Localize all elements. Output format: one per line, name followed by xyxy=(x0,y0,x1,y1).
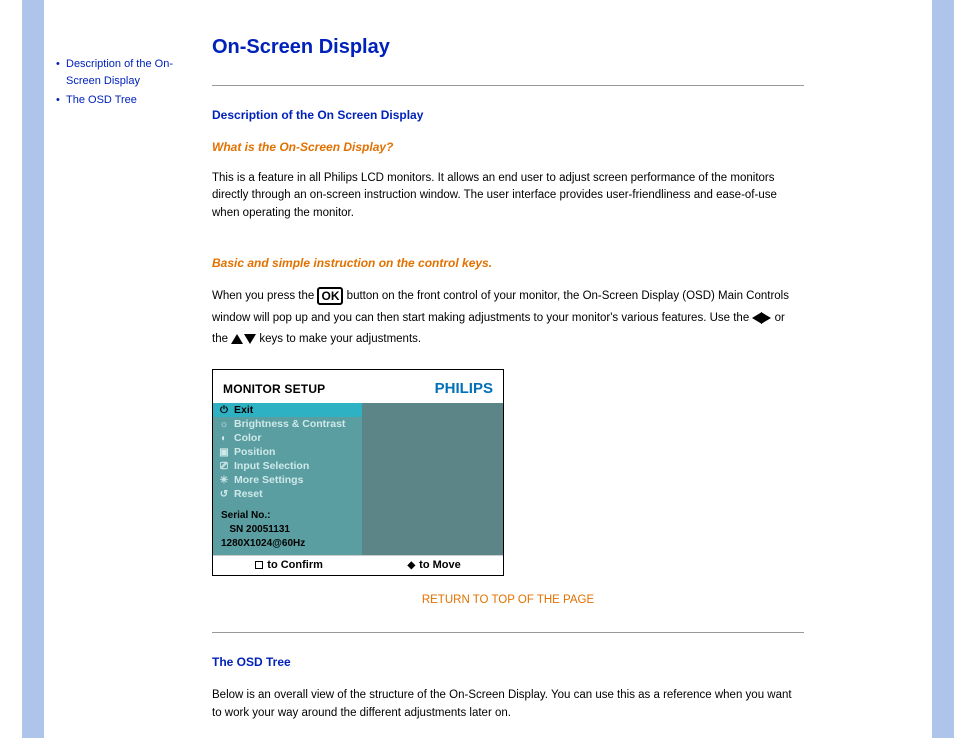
osd-menu-label: More Settings xyxy=(234,474,303,486)
osd-menu-item-reset: ↺ Reset xyxy=(213,487,362,501)
return-to-top-link[interactable]: RETURN TO TOP OF THE PAGE xyxy=(422,594,594,606)
ok-button-icon: OK xyxy=(317,287,343,305)
input-icon: ⎚ xyxy=(219,461,229,472)
arrow-up-icon xyxy=(231,334,243,344)
return-to-top[interactable]: RETURN TO TOP OF THE PAGE xyxy=(212,592,804,606)
page-root: Description of the On-Screen Display The… xyxy=(0,0,954,738)
osd-menu-label: Position xyxy=(234,446,275,458)
osd-serial-value: SN 20051131 xyxy=(221,523,356,537)
arrow-right-icon xyxy=(761,312,771,324)
sidebar-item-description[interactable]: Description of the On-Screen Display xyxy=(56,56,206,89)
paragraph-instructions: When you press the OK button on the fron… xyxy=(212,286,804,352)
osd-footer: to Confirm ◆ to Move xyxy=(213,555,503,575)
osd-info-block: Serial No.: SN 20051131 1280X1024@60Hz xyxy=(213,501,362,555)
color-icon: ◐ xyxy=(219,433,229,444)
osd-confirm-text: to Confirm xyxy=(267,559,323,571)
osd-window: MONITOR SETUP PHILIPS ⏻ Exit ☼ Brightness … xyxy=(212,369,504,576)
exit-icon: ⏻ xyxy=(219,405,229,416)
updown-icon: ◆ xyxy=(407,560,415,571)
osd-menu-item-more: ✳ More Settings xyxy=(213,473,362,487)
sidebar-item-osdtree[interactable]: The OSD Tree xyxy=(56,92,206,109)
philips-logo: PHILIPS xyxy=(435,380,493,397)
osd-menu-label: Color xyxy=(234,432,261,444)
instr-text-a: When you press the xyxy=(212,290,317,302)
osd-serial-label: Serial No.: xyxy=(221,509,356,523)
reset-icon: ↺ xyxy=(219,489,229,500)
osd-body: ⏻ Exit ☼ Brightness & Contrast ◐ Color ▣ Pos… xyxy=(213,403,503,555)
osd-menu-label: Reset xyxy=(234,488,263,500)
osd-menu-item-color: ◐ Color xyxy=(213,431,362,445)
osd-menu-item-input: ⎚ Input Selection xyxy=(213,459,362,473)
osd-confirm-hint: to Confirm xyxy=(255,559,323,571)
settings-icon: ✳ xyxy=(219,475,229,486)
osd-menu-label: Input Selection xyxy=(234,460,309,472)
position-icon: ▣ xyxy=(219,447,229,458)
osd-setup-title: MONITOR SETUP xyxy=(223,382,325,396)
osd-mode: 1280X1024@60Hz xyxy=(221,537,356,551)
osd-menu-label: Brightness & Contrast xyxy=(234,418,345,430)
osd-move-text: to Move xyxy=(419,559,461,571)
main-content: On-Screen Display Description of the On … xyxy=(212,0,954,738)
section-heading-description: Description of the On Screen Display xyxy=(212,108,804,122)
osd-preview-pane xyxy=(362,403,503,555)
osd-menu-item-exit: ⏻ Exit xyxy=(213,403,362,417)
page-title: On-Screen Display xyxy=(212,36,804,59)
confirm-icon xyxy=(255,561,263,569)
divider xyxy=(212,85,804,86)
osd-move-hint: ◆ to Move xyxy=(407,559,460,571)
sidebar-nav: Description of the On-Screen Display The… xyxy=(44,0,212,738)
osd-header: MONITOR SETUP PHILIPS xyxy=(213,370,503,403)
subheading-instructions: Basic and simple instruction on the cont… xyxy=(212,256,804,270)
sidebar-link-description[interactable]: Description of the On-Screen Display xyxy=(66,58,173,87)
osd-menu-item-position: ▣ Position xyxy=(213,445,362,459)
divider xyxy=(212,632,804,633)
brightness-icon: ☼ xyxy=(219,419,229,430)
paragraph-osdtree: Below is an overall view of the structur… xyxy=(212,687,804,722)
instr-text-d: keys to make your adjustments. xyxy=(256,333,421,345)
sidebar-link-osdtree[interactable]: The OSD Tree xyxy=(66,94,137,106)
arrow-down-icon xyxy=(244,334,256,344)
left-stripe xyxy=(22,0,44,738)
osd-menu-label: Exit xyxy=(234,404,253,416)
osd-menu: ⏻ Exit ☼ Brightness & Contrast ◐ Color ▣ Pos… xyxy=(213,403,362,555)
subheading-what-is: What is the On-Screen Display? xyxy=(212,140,804,154)
osd-menu-item-brightness: ☼ Brightness & Contrast xyxy=(213,417,362,431)
paragraph-intro: This is a feature in all Philips LCD mon… xyxy=(212,170,804,222)
section-heading-osdtree: The OSD Tree xyxy=(212,655,804,669)
right-stripe xyxy=(932,0,954,738)
